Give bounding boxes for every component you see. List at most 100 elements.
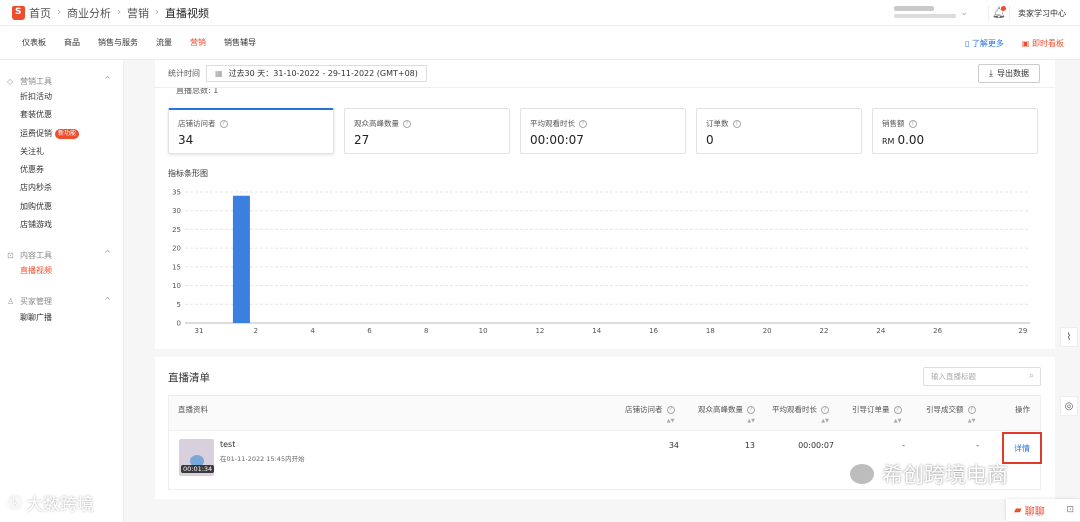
sidebar-item-vouchers[interactable]: 优惠券: [0, 161, 123, 179]
x-tick-label: 12: [535, 327, 544, 335]
watermark-left: ⓚ 大数跨境: [8, 490, 94, 515]
chart-bar[interactable]: [232, 195, 250, 323]
seller-learning-center-link[interactable]: 卖家学习中心: [1018, 8, 1066, 19]
sidebar-item-add-on-deals[interactable]: 加购优惠: [0, 198, 123, 216]
date-range-value: 过去30 天：31-10-2022 - 29-11-2022 (GMT+08): [228, 69, 418, 78]
monitor-icon: ▣: [1021, 38, 1030, 48]
metric-name: 订单数: [706, 119, 729, 128]
sidebar-group-header[interactable]: ♙ 买家管理 ^: [0, 295, 123, 309]
notification-dot: [1001, 6, 1006, 11]
help-icon[interactable]: ?: [219, 119, 228, 128]
details-link[interactable]: 详情: [1002, 432, 1042, 464]
help-icon[interactable]: ?: [908, 119, 917, 128]
chat-icon: ▰: [1014, 504, 1022, 516]
tab-sales-service[interactable]: 销售与服务: [98, 37, 138, 48]
tab-sales-coaching[interactable]: 销售辅导: [224, 37, 256, 48]
col-avg-watch-time[interactable]: 平均观看时长? ▲▼: [772, 404, 829, 424]
breadcrumb-home[interactable]: 首页: [29, 5, 51, 21]
help-icon[interactable]: ?: [967, 405, 976, 414]
book-icon: ▯: [964, 38, 970, 48]
help-icon[interactable]: ?: [579, 119, 587, 128]
currency-label: RM: [882, 137, 895, 146]
cell-guided-orders: -: [902, 441, 905, 450]
chat-widget[interactable]: ▰ 聊聊 ⊡: [1006, 499, 1080, 521]
analytics-tab-bar: 仪表板 商品 销售与服务 流量 营销 销售辅导 ▯ 了解更多 ▣ 即时看板: [0, 26, 1080, 60]
trend-chart-icon[interactable]: ⌇: [1060, 327, 1078, 347]
help-icon[interactable]: ?: [893, 405, 902, 414]
metric-name: 平均观看时长: [530, 119, 575, 128]
tab-traffic[interactable]: 流量: [156, 37, 172, 48]
tab-marketing[interactable]: 营销: [190, 37, 206, 48]
sidebar-item-discount[interactable]: 折扣活动: [0, 88, 123, 106]
table-header: 直播资料 店铺访问者? ▲▼ 观众高峰数量? ▲▼ 平均观看时长? ▲▼ 引导订单量?…: [169, 396, 1040, 431]
livestream-list-title: 直播清单: [168, 372, 210, 384]
sidebar-item-follow-prize[interactable]: 关注礼: [0, 143, 123, 161]
breadcrumb-current: 直播视频: [165, 6, 209, 20]
sort-icon[interactable]: ▲▼: [747, 418, 755, 424]
learn-more-link[interactable]: ▯ 了解更多: [965, 38, 1004, 49]
download-icon: ⤓: [989, 68, 993, 79]
group-title: 买家管理: [20, 297, 52, 307]
tab-dashboard[interactable]: 仪表板: [22, 37, 46, 48]
watermark-right: 希创跨境电商: [850, 459, 1008, 489]
y-tick-label: 5: [177, 301, 181, 309]
x-tick-label: 29: [1018, 327, 1027, 335]
chevron-up-icon: ^: [104, 249, 111, 259]
tab-products[interactable]: 商品: [64, 37, 80, 48]
x-tick-label: 18: [706, 327, 715, 335]
sort-icon[interactable]: ▲▼: [667, 418, 675, 424]
y-tick-label: 30: [172, 207, 181, 215]
filter-bar: 统计时间 ▦ 过去30 天：31-10-2022 - 29-11-2022 (G…: [155, 60, 1055, 88]
sort-icon[interactable]: ▲▼: [821, 418, 829, 424]
help-icon[interactable]: ?: [666, 405, 675, 414]
metric-card-peak-viewers[interactable]: 观众高峰数量? 27: [344, 108, 510, 154]
headset-icon[interactable]: ◎: [1060, 396, 1078, 416]
metric-cards: 店铺访问者? 34 观众高峰数量? 27 平均观看时长? 00:00:07 订单…: [168, 108, 1038, 154]
sidebar-group-header[interactable]: ⊡ 内容工具 ^: [0, 248, 123, 262]
sidebar-item-chat-broadcast[interactable]: 聊聊广播: [0, 309, 123, 327]
metric-value: 00:00:07: [530, 133, 584, 147]
col-guided-orders[interactable]: 引导订单量? ▲▼: [852, 404, 902, 424]
bell-icon[interactable]: 🔔︎: [988, 5, 1010, 21]
realtime-report-link[interactable]: ▣ 即时看板: [1022, 38, 1064, 49]
sidebar-item-flash-deals[interactable]: 店内秒杀: [0, 179, 123, 197]
account-switcher[interactable]: ⌄: [894, 4, 974, 22]
metric-card-orders[interactable]: 订单数? 0: [696, 108, 862, 154]
chevron-up-icon: ^: [104, 75, 111, 84]
col-shop-visitors[interactable]: 店铺访问者? ▲▼: [625, 404, 675, 424]
sidebar-item-bundle[interactable]: 套装优惠: [0, 106, 123, 124]
breadcrumb-analytics[interactable]: 商业分析: [67, 5, 111, 21]
sidebar-group-header[interactable]: ◇ 营销工具 ^: [0, 74, 123, 88]
col-label: 店铺访问者: [625, 405, 663, 414]
help-icon[interactable]: ?: [821, 405, 829, 414]
breadcrumb-marketing[interactable]: 营销: [127, 5, 149, 21]
cell-peak-viewers: 13: [744, 441, 755, 450]
metric-card-sales[interactable]: 销售额? RM 0.00: [872, 108, 1038, 154]
sort-icon[interactable]: ▲▼: [968, 418, 976, 424]
metric-card-shop-visitors[interactable]: 店铺访问者? 34: [168, 108, 334, 154]
shopee-logo-icon[interactable]: [12, 5, 25, 20]
expand-icon[interactable]: ⊡: [1066, 505, 1074, 515]
help-icon[interactable]: ?: [747, 405, 755, 414]
stream-thumbnail[interactable]: 00:01:34: [179, 439, 214, 476]
chevron-down-icon: ⌄: [960, 8, 968, 18]
tag-icon: ◇: [7, 76, 14, 86]
col-peak-viewers[interactable]: 观众高峰数量? ▲▼: [698, 404, 755, 424]
date-range-picker[interactable]: ▦ 过去30 天：31-10-2022 - 29-11-2022 (GMT+08…: [206, 65, 427, 82]
search-icon[interactable]: ⌕: [1029, 371, 1034, 381]
metric-card-avg-watch-time[interactable]: 平均观看时长? 00:00:07: [520, 108, 686, 154]
sidebar-item-shipping-promo[interactable]: 运费促销 新功能: [0, 125, 123, 143]
x-tick-label: 31: [195, 327, 204, 335]
metric-number: 0.00: [897, 133, 925, 147]
group-title: 内容工具: [20, 250, 52, 260]
help-icon[interactable]: ?: [403, 119, 411, 128]
export-data-button[interactable]: ⤓ 导出数据: [978, 64, 1040, 83]
help-icon[interactable]: ?: [732, 119, 741, 128]
sidebar-item-livestream[interactable]: 直播视频: [0, 262, 123, 280]
sort-icon[interactable]: ▲▼: [894, 418, 902, 424]
metric-name: 店铺访问者: [178, 119, 216, 128]
col-action: 操作: [1015, 405, 1030, 414]
livestream-search-input[interactable]: 输入直播标题 ⌕: [923, 367, 1041, 386]
sidebar-item-shop-games[interactable]: 店铺游戏: [0, 216, 123, 234]
col-guided-sales[interactable]: 引导成交额? ▲▼: [926, 404, 976, 424]
